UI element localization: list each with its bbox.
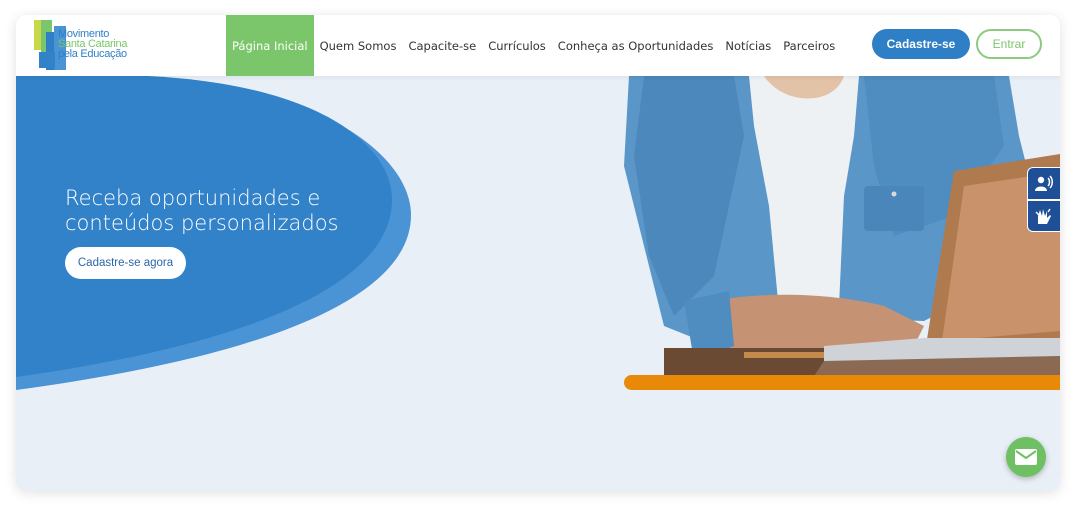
- hero-signup-button[interactable]: Cadastre-se agora: [65, 247, 186, 279]
- sign-language-button[interactable]: [1028, 201, 1059, 232]
- hero-photo: [624, 76, 1060, 376]
- nav-item-pagina-inicial[interactable]: Página Inicial: [226, 15, 314, 76]
- main-nav: Página Inicial Quem Somos Capacite-se Cu…: [226, 15, 841, 76]
- accent-bar: [624, 375, 1060, 390]
- logo-text: Movimento Santa Catarina pela Educação: [58, 29, 127, 60]
- login-button[interactable]: Entrar: [976, 29, 1042, 59]
- signup-button[interactable]: Cadastre-se: [872, 29, 970, 59]
- hero-title-line-1: Receba oportunidades e: [65, 186, 321, 210]
- mail-icon: [1015, 449, 1037, 465]
- nav-item-parceiros[interactable]: Parceiros: [777, 15, 841, 76]
- nav-item-noticias[interactable]: Notícias: [719, 15, 777, 76]
- nav-item-capacite-se[interactable]: Capacite-se: [402, 15, 482, 76]
- logo-line-3: pela Educação: [58, 48, 127, 60]
- nav-item-quem-somos[interactable]: Quem Somos: [314, 15, 403, 76]
- audio-description-button[interactable]: [1028, 168, 1059, 199]
- nav-item-oportunidades[interactable]: Conheça as Oportunidades: [552, 15, 720, 76]
- sign-language-icon: [1035, 208, 1051, 224]
- contact-mail-button[interactable]: [1006, 437, 1046, 477]
- page-frame: Movimento Santa Catarina pela Educação P…: [16, 15, 1060, 491]
- audio-description-icon: [1034, 174, 1053, 191]
- hero-title-line-2: conteúdos personalizados: [65, 211, 339, 235]
- nav-item-curriculos[interactable]: Currículos: [482, 15, 552, 76]
- hero-title: Receba oportunidades e conteúdos persona…: [65, 186, 395, 236]
- accessibility-widget: [1027, 167, 1060, 232]
- top-navbar: Movimento Santa Catarina pela Educação P…: [16, 15, 1060, 76]
